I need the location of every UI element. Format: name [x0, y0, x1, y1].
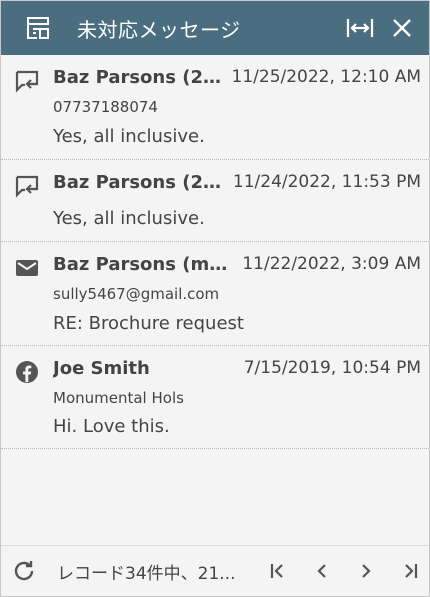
unhandled-messages-panel: 未対応メッセージ Baz Parsons (203... 11/25/2022,… [0, 0, 430, 597]
sender-name: Baz Parsons (mon... [53, 254, 235, 275]
message-text: Yes, all inclusive. [53, 126, 205, 147]
message-item[interactable]: Baz Parsons (203... 11/24/2022, 11:53 PM… [1, 160, 429, 242]
panel-title: 未対応メッセージ [77, 17, 241, 42]
facebook-icon [14, 360, 40, 384]
chat-reply-icon [14, 174, 40, 198]
panel-header: 未対応メッセージ [1, 1, 429, 55]
previous-page-button[interactable] [311, 558, 333, 584]
pager [267, 558, 421, 584]
message-text: RE: Brochure request [53, 313, 244, 334]
message-text: Yes, all inclusive. [53, 208, 205, 229]
expand-width-button[interactable] [345, 13, 375, 43]
message-item[interactable]: Baz Parsons (mon... 11/22/2022, 3:09 AM … [1, 242, 429, 346]
record-count-status: レコード34件中、21... [57, 563, 236, 584]
message-item[interactable]: Baz Parsons (203... 11/25/2022, 12:10 AM… [1, 55, 429, 160]
app-form-icon [25, 15, 51, 41]
sender-email: sully5467@gmail.com [53, 285, 220, 303]
sender-contact: 07737188074 [53, 98, 158, 116]
message-time: 11/25/2022, 12:10 AM [231, 67, 421, 87]
pagination-footer: レコード34件中、21... [1, 545, 429, 596]
next-page-button[interactable] [355, 558, 377, 584]
mail-icon [14, 256, 40, 280]
message-time: 11/24/2022, 11:53 PM [232, 172, 421, 192]
message-time: 7/15/2019, 10:54 PM [243, 358, 421, 378]
last-page-button[interactable] [399, 558, 421, 584]
message-time: 11/22/2022, 3:09 AM [242, 254, 421, 274]
sender-name: Joe Smith [53, 358, 150, 379]
message-item[interactable]: Joe Smith 7/15/2019, 10:54 PM Monumental… [1, 346, 429, 449]
first-page-button[interactable] [267, 558, 289, 584]
sender-name: Baz Parsons (203... [53, 172, 229, 193]
sender-page: Monumental Hols [53, 389, 184, 407]
message-text: Hi. Love this. [53, 416, 170, 437]
close-button[interactable] [387, 13, 417, 43]
message-list: Baz Parsons (203... 11/25/2022, 12:10 AM… [1, 55, 429, 449]
refresh-icon[interactable] [11, 558, 37, 584]
header-actions [345, 13, 429, 43]
chat-reply-icon [14, 69, 40, 93]
sender-name: Baz Parsons (203... [53, 67, 229, 88]
